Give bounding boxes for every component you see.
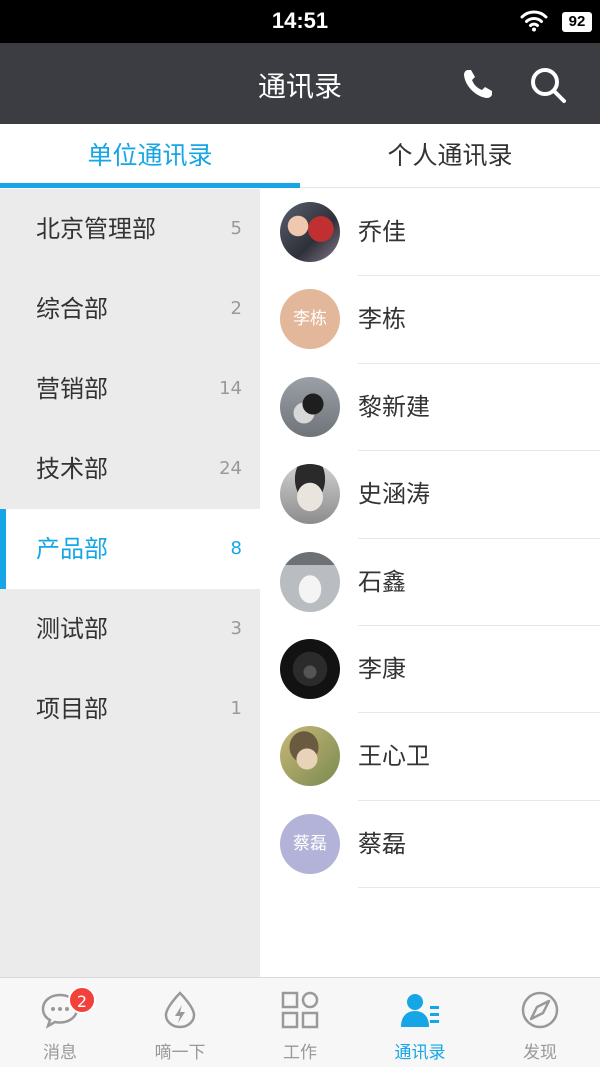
tabbar-item-contacts[interactable]: 通讯录: [360, 978, 480, 1067]
nav-bar: 通讯录: [0, 43, 600, 124]
avatar: [280, 551, 340, 612]
contact-name: 石鑫: [358, 567, 406, 596]
avatar: [280, 376, 340, 437]
contact-name: 蔡磊: [358, 829, 406, 858]
tab-indicator: [0, 183, 300, 188]
tabbar-item-messages[interactable]: 2 消息: [0, 978, 120, 1067]
avatar: [280, 726, 340, 787]
contacts-icon: [401, 994, 439, 1027]
department-name: 产品部: [36, 535, 108, 563]
department-item[interactable]: 综合部 2: [0, 269, 260, 349]
department-count: 1: [230, 698, 242, 719]
department-name: 项目部: [36, 695, 108, 723]
department-item[interactable]: 技术部 24: [0, 429, 260, 509]
department-count: 5: [230, 218, 242, 239]
contact-row[interactable]: 王心卫: [260, 713, 600, 802]
grid-icon: [281, 991, 319, 1029]
department-name: 综合部: [36, 295, 108, 323]
avatar: [280, 464, 340, 525]
tab-personal-contacts[interactable]: 个人通讯录: [300, 124, 600, 188]
page-title: 通讯录: [257, 70, 342, 103]
department-item[interactable]: 北京管理部 5: [0, 189, 260, 269]
tabbar-label: 工作: [283, 1043, 317, 1063]
contact-name: 史涵涛: [358, 480, 430, 509]
tabbar-label: 消息: [43, 1043, 77, 1063]
department-name: 营销部: [36, 375, 108, 403]
avatar: [280, 638, 340, 699]
segment-tabs: 单位通讯录 个人通讯录: [0, 124, 600, 188]
tabbar-label: 通讯录: [394, 1043, 446, 1063]
contact-name: 乔佳: [358, 218, 406, 246]
department-count: 24: [219, 458, 242, 479]
contact-row[interactable]: 蔡磊 蔡磊: [260, 801, 600, 889]
search-icon[interactable]: [528, 65, 568, 105]
contact-name: 黎新建: [358, 392, 430, 421]
unread-badge: 2: [68, 986, 96, 1014]
tabbar-label: 嘀一下: [154, 1043, 206, 1063]
bottom-tab-bar: 2 消息 嘀一下 工作 通讯录 发现: [0, 977, 600, 1067]
compass-icon: [521, 991, 559, 1029]
contact-list: 乔佳 李栋 李栋 黎新建 史涵涛 石鑫 李康 王心卫 蔡磊 蔡磊: [260, 189, 600, 977]
avatar: 李栋: [280, 289, 340, 350]
avatar: [280, 202, 340, 262]
contact-name: 李栋: [358, 305, 406, 334]
contact-name: 王心卫: [358, 742, 430, 771]
department-count: 2: [230, 298, 242, 319]
status-time: 14:51: [271, 8, 329, 33]
tab-unit-contacts[interactable]: 单位通讯录: [0, 124, 300, 188]
contact-row[interactable]: 李栋 李栋: [260, 276, 600, 365]
department-count: 14: [219, 378, 242, 399]
battery-indicator: 92: [562, 12, 592, 32]
department-name: 北京管理部: [36, 215, 156, 243]
department-name: 技术部: [36, 455, 108, 483]
contact-row[interactable]: 石鑫: [260, 539, 600, 627]
avatar: 蔡磊: [280, 813, 340, 874]
department-count: 3: [230, 618, 242, 639]
contact-row[interactable]: 黎新建: [260, 364, 600, 452]
contact-row[interactable]: 乔佳: [260, 189, 600, 277]
department-item[interactable]: 测试部 3: [0, 589, 260, 669]
department-item-selected[interactable]: 产品部 8: [0, 509, 260, 589]
department-item[interactable]: 项目部 1: [0, 669, 260, 749]
tabbar-item-discover[interactable]: 发现: [480, 978, 600, 1067]
department-item[interactable]: 营销部 14: [0, 349, 260, 429]
contact-row[interactable]: 李康: [260, 626, 600, 714]
phone-icon[interactable]: [460, 66, 496, 102]
wifi-icon: [520, 10, 548, 32]
tabbar-item-work[interactable]: 工作: [240, 978, 360, 1067]
contact-name: 李康: [358, 654, 406, 683]
lightning-icon: [164, 991, 196, 1029]
department-count: 8: [230, 538, 242, 559]
tabbar-label: 发现: [523, 1043, 557, 1063]
contact-row[interactable]: 史涵涛: [260, 451, 600, 539]
tabbar-item-ping[interactable]: 嘀一下: [120, 978, 240, 1067]
department-name: 测试部: [36, 615, 108, 643]
department-list: 北京管理部 5 综合部 2 营销部 14 技术部 24 产品部 8 测试部 3 …: [0, 189, 260, 977]
status-bar: 14:51 92: [0, 0, 600, 43]
